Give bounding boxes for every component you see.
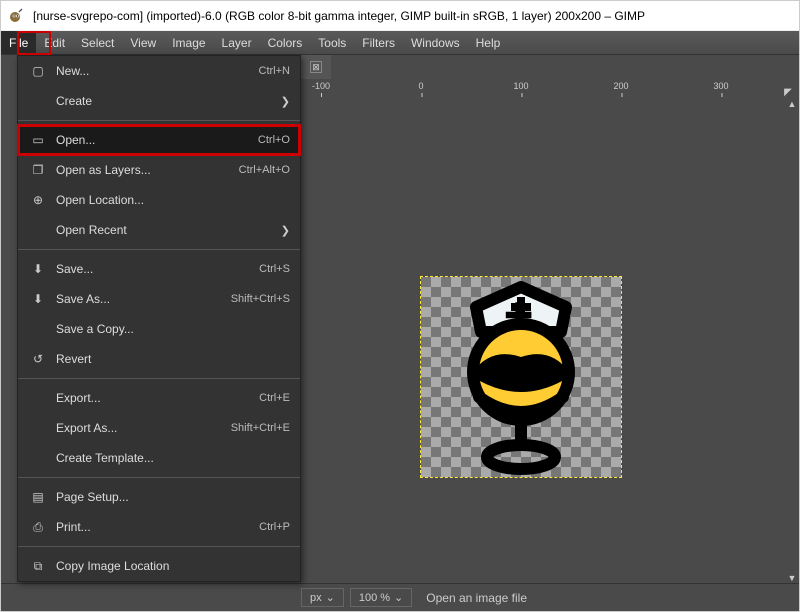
gimp-app-icon [9, 8, 25, 24]
menu-shortcut: Ctrl+P [259, 521, 290, 533]
menu-export-as[interactable]: Export As... Shift+Ctrl+E [18, 413, 300, 443]
menubar-layer[interactable]: Layer [214, 31, 260, 54]
save-as-icon: ⬇ [28, 292, 48, 306]
menu-open[interactable]: ▭ Open... Ctrl+O [18, 125, 300, 155]
menu-label: Page Setup... [56, 490, 290, 504]
ruler-horizontal: -100 0 100 200 300 [301, 79, 799, 97]
menu-separator [18, 120, 300, 121]
chevron-right-icon: ❯ [281, 224, 290, 237]
ruler-tick: 200 [613, 81, 628, 91]
nurse-image [421, 277, 621, 477]
menu-label: Open... [56, 133, 258, 147]
menu-new[interactable]: ▢ New... Ctrl+N [18, 56, 300, 86]
open-file-icon: ▭ [28, 133, 48, 147]
menu-label: Save a Copy... [56, 322, 290, 336]
menubar-select[interactable]: Select [73, 31, 122, 54]
save-icon: ⬇ [28, 262, 48, 276]
menu-save-copy[interactable]: Save a Copy... [18, 314, 300, 344]
menu-page-setup[interactable]: ▤ Page Setup... [18, 482, 300, 512]
menu-separator [18, 546, 300, 547]
menu-label: Create [56, 94, 275, 108]
menu-shortcut: Ctrl+N [259, 65, 290, 77]
menubar-view[interactable]: View [122, 31, 164, 54]
menu-shortcut: Ctrl+Alt+O [239, 164, 290, 176]
zoom-label: 100 % [359, 592, 390, 604]
menu-export[interactable]: Export... Ctrl+E [18, 383, 300, 413]
chevron-right-icon: ❯ [281, 95, 290, 108]
menubar-filters[interactable]: Filters [354, 31, 403, 54]
window-title: [nurse-svgrepo-com] (imported)-6.0 (RGB … [33, 9, 645, 23]
menu-separator [18, 477, 300, 478]
menu-create-template[interactable]: Create Template... [18, 443, 300, 473]
menu-label: Export... [56, 391, 259, 405]
menubar-edit[interactable]: Edit [36, 31, 73, 54]
menu-revert[interactable]: ↺ Revert [18, 344, 300, 374]
canvas-area[interactable] [301, 97, 799, 585]
print-icon: ⎙ [28, 520, 48, 535]
menu-label: Open Location... [56, 193, 290, 207]
zoom-selector[interactable]: 100 % ⌄ [350, 588, 412, 607]
status-hint: Open an image file [426, 591, 527, 605]
vertical-scrollbar[interactable]: ▲ ▼ [785, 97, 799, 585]
menu-open-recent[interactable]: Open Recent ❯ [18, 215, 300, 245]
unit-selector[interactable]: px ⌄ [301, 588, 344, 607]
chevron-down-icon: ⌄ [394, 591, 403, 604]
menubar-image[interactable]: Image [164, 31, 213, 54]
menubar-colors[interactable]: Colors [260, 31, 311, 54]
menu-shortcut: Ctrl+E [259, 392, 290, 404]
menu-open-as-layers[interactable]: ❐ Open as Layers... Ctrl+Alt+O [18, 155, 300, 185]
menu-open-location[interactable]: ⊕ Open Location... [18, 185, 300, 215]
menubar-tools[interactable]: Tools [310, 31, 354, 54]
gimp-window: [nurse-svgrepo-com] (imported)-6.0 (RGB … [0, 0, 800, 612]
menu-create[interactable]: Create ❯ [18, 86, 300, 116]
menu-print[interactable]: ⎙ Print... Ctrl+P [18, 512, 300, 542]
menu-copy-image-location[interactable]: ⧉ Copy Image Location [18, 551, 300, 581]
ruler-tick: 0 [418, 81, 423, 91]
ruler-tick: 100 [513, 81, 528, 91]
menu-separator [18, 378, 300, 379]
menu-label: Copy Image Location [56, 559, 290, 573]
menu-label: Open Recent [56, 223, 275, 237]
menu-label: Export As... [56, 421, 231, 435]
revert-icon: ↺ [28, 352, 48, 366]
menu-label: New... [56, 64, 259, 78]
menu-label: Open as Layers... [56, 163, 239, 177]
image-canvas[interactable] [421, 277, 621, 477]
scroll-up-icon[interactable]: ▲ [785, 97, 799, 111]
chevron-down-icon: ⌄ [326, 591, 335, 604]
menu-shortcut: Shift+Ctrl+E [231, 422, 290, 434]
close-icon[interactable]: ⊠ [310, 61, 322, 73]
ruler-tick: -100 [312, 81, 330, 91]
menubar-windows[interactable]: Windows [403, 31, 468, 54]
menu-label: Create Template... [56, 451, 290, 465]
globe-icon: ⊕ [28, 193, 48, 207]
menu-separator [18, 249, 300, 250]
menu-label: Save... [56, 262, 259, 276]
file-dropdown: ▢ New... Ctrl+N Create ❯ ▭ Open... Ctrl+… [17, 55, 301, 582]
menu-shortcut: Shift+Ctrl+S [231, 293, 290, 305]
menubar: File Edit Select View Image Layer Colors… [1, 31, 799, 55]
copy-icon: ⧉ [28, 559, 48, 574]
menu-save-as[interactable]: ⬇ Save As... Shift+Ctrl+S [18, 284, 300, 314]
menubar-file[interactable]: File [1, 31, 36, 54]
document-tab[interactable]: ⊠ [301, 55, 331, 79]
menubar-help[interactable]: Help [468, 31, 509, 54]
menu-save[interactable]: ⬇ Save... Ctrl+S [18, 254, 300, 284]
menu-label: Save As... [56, 292, 231, 306]
menu-label: Print... [56, 520, 259, 534]
ruler-tick: 300 [713, 81, 728, 91]
titlebar: [nurse-svgrepo-com] (imported)-6.0 (RGB … [1, 1, 799, 31]
layers-icon: ❐ [28, 163, 48, 177]
page-icon: ▤ [28, 490, 48, 504]
menu-label: Revert [56, 352, 290, 366]
statusbar: px ⌄ 100 % ⌄ Open an image file [1, 583, 799, 611]
menu-shortcut: Ctrl+S [259, 263, 290, 275]
menu-shortcut: Ctrl+O [258, 134, 290, 146]
new-file-icon: ▢ [28, 64, 48, 78]
unit-label: px [310, 592, 322, 604]
